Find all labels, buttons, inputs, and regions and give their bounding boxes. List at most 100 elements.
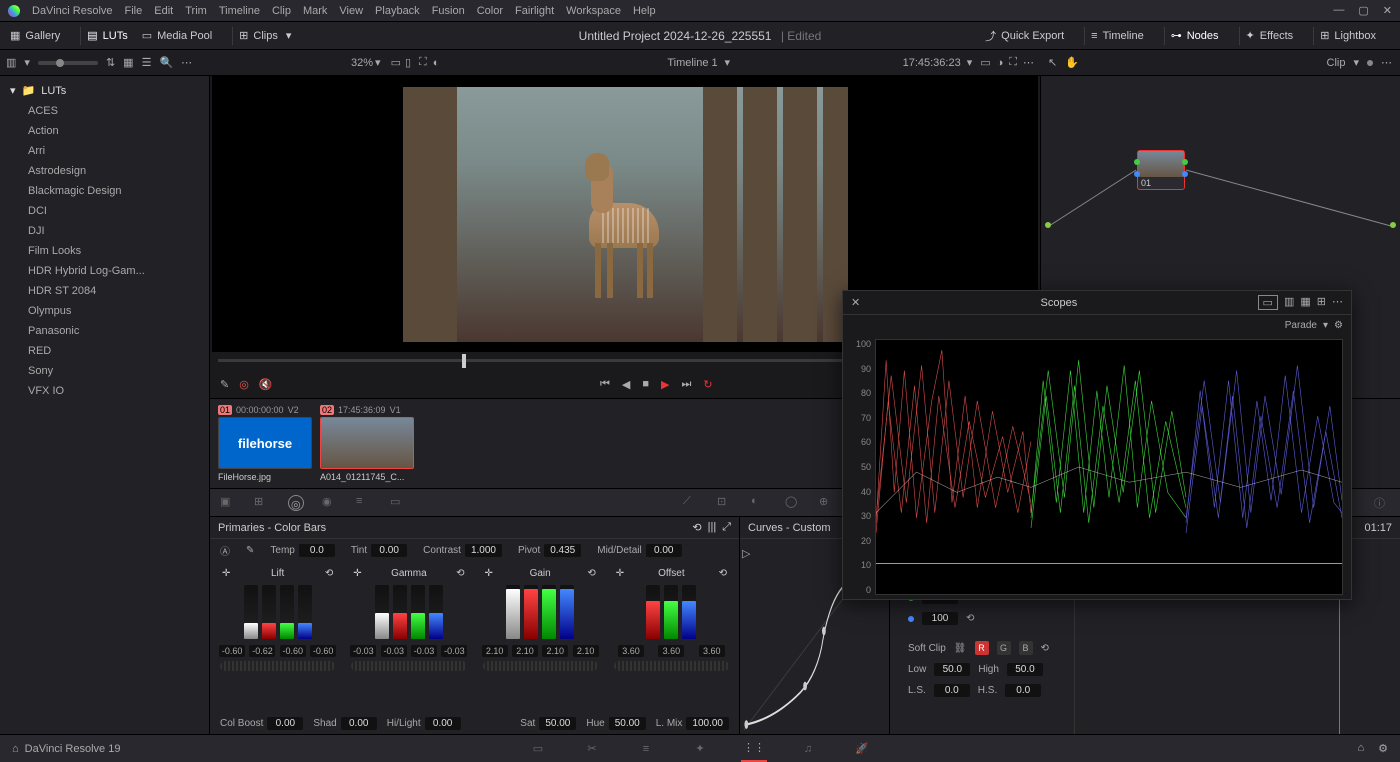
contrast-value[interactable]: 1.000 — [465, 544, 502, 557]
curves-icon[interactable]: ⟋ — [683, 495, 699, 511]
stop-icon[interactable]: ■ — [642, 378, 649, 390]
chevron-down-icon[interactable]: ▾ — [1353, 56, 1359, 69]
menu-playback[interactable]: Playback — [375, 5, 420, 17]
bar-value[interactable]: -0.62 — [249, 645, 275, 657]
quick-export-button[interactable]: ⤴Quick Export — [985, 28, 1064, 44]
shad-value[interactable]: 0.00 — [341, 717, 377, 730]
bar-value[interactable]: -0.60 — [280, 645, 306, 657]
lightbox-button[interactable]: ⊞Lightbox — [1320, 29, 1376, 42]
color-node[interactable]: 01 — [1137, 150, 1185, 190]
media-pool-button[interactable]: ▭Media Pool — [142, 29, 212, 42]
jog-wheel[interactable] — [483, 661, 598, 671]
menu-clip[interactable]: Clip — [272, 5, 291, 17]
menu-timeline[interactable]: Timeline — [219, 5, 260, 17]
color-bar[interactable] — [280, 585, 294, 639]
color-bar[interactable] — [393, 585, 407, 639]
mute-icon[interactable]: 🔇 — [259, 378, 273, 391]
pointer-icon[interactable]: ↖ — [1048, 56, 1057, 69]
hdr-icon[interactable]: ◉ — [322, 495, 338, 511]
close-icon[interactable]: ✕ — [851, 296, 860, 309]
next-clip-icon[interactable]: ⏭ — [681, 378, 691, 391]
media-page-icon[interactable]: ▭ — [525, 736, 551, 762]
color-bar[interactable] — [524, 585, 538, 639]
tint-value[interactable]: 0.00 — [371, 544, 407, 557]
prev-clip-icon[interactable]: ⏮ — [600, 378, 610, 391]
low-value[interactable]: 50.0 — [934, 663, 970, 676]
list-view-icon[interactable]: ☰ — [142, 56, 152, 69]
thumbnail-size-slider[interactable] — [38, 61, 98, 65]
bypass-icon[interactable]: ▭ — [980, 56, 990, 69]
qualifier-icon[interactable]: ◎ — [239, 378, 249, 391]
timecode[interactable]: 17:45:36:23 — [903, 57, 961, 69]
options-icon[interactable]: ⋯ — [1332, 295, 1343, 310]
luts-item[interactable]: Sony — [0, 361, 209, 381]
options-icon[interactable]: ⋯ — [1381, 56, 1392, 69]
menu-edit[interactable]: Edit — [154, 5, 173, 17]
color-bar[interactable] — [429, 585, 443, 639]
luts-item[interactable]: Arri — [0, 141, 209, 161]
fullscreen-icon[interactable]: ⛶ — [1009, 56, 1017, 69]
jog-wheel[interactable] — [614, 661, 729, 671]
fairlight-page-icon[interactable]: ♫ — [795, 736, 821, 762]
luts-button[interactable]: ▤LUTs — [87, 29, 127, 42]
jog-wheel[interactable] — [220, 661, 335, 671]
picker-icon[interactable]: ✛ — [222, 568, 230, 579]
bar-value[interactable]: -0.60 — [310, 645, 336, 657]
bar-value[interactable]: 3.60 — [699, 645, 725, 657]
luts-item[interactable]: Film Looks — [0, 241, 209, 261]
menu-fusion[interactable]: Fusion — [432, 5, 465, 17]
info-icon[interactable]: ⓘ — [1374, 495, 1390, 511]
picker-icon[interactable]: ✎ — [246, 545, 254, 556]
luts-item[interactable]: ACES — [0, 101, 209, 121]
chevron-down-icon[interactable]: ▾ — [24, 56, 30, 69]
node-output-icon[interactable] — [1390, 222, 1396, 228]
picker-icon[interactable]: ✛ — [353, 568, 361, 579]
panel-toggle-icon[interactable]: ▥ — [6, 56, 16, 69]
motion-icon[interactable]: ▭ — [390, 495, 406, 511]
scope-mode[interactable]: Parade — [1285, 320, 1317, 331]
luts-item[interactable]: Panasonic — [0, 321, 209, 341]
cut-page-icon[interactable]: ✂ — [579, 736, 605, 762]
chevron-down-icon[interactable]: ▾ — [725, 56, 731, 69]
layout-grid-icon[interactable]: ⊞ — [1317, 295, 1326, 310]
primaries-icon[interactable]: ◎ — [288, 495, 304, 511]
reset-icon[interactable]: ⟲ — [325, 568, 333, 579]
fusion-page-icon[interactable]: ✦ — [687, 736, 713, 762]
color-bar[interactable] — [262, 585, 276, 639]
play-icon[interactable]: ▶ — [661, 378, 669, 391]
luts-item[interactable]: Olympus — [0, 301, 209, 321]
dropdown-icon[interactable]: ▾ — [967, 56, 973, 69]
layout-2-icon[interactable]: ▥ — [1284, 295, 1294, 310]
hs-value[interactable]: 0.0 — [1005, 684, 1041, 697]
menu-help[interactable]: Help — [633, 5, 656, 17]
color-bar[interactable] — [646, 585, 660, 639]
luts-root[interactable]: ▾ 📁 LUTs — [0, 80, 209, 101]
wipe-icon[interactable]: ◑ — [997, 57, 1004, 69]
jog-wheel[interactable] — [351, 661, 466, 671]
expand-icon[interactable]: ⛶ — [419, 56, 427, 69]
settings-icon[interactable]: ⚙ — [1334, 320, 1343, 331]
minimize-icon[interactable]: — — [1333, 4, 1344, 17]
sat-value[interactable]: 50.00 — [539, 717, 576, 730]
luts-item[interactable]: VFX IO — [0, 381, 209, 401]
auto-icon[interactable]: Ⓐ — [220, 543, 230, 558]
close-icon[interactable]: ✕ — [1383, 4, 1392, 17]
nodes-button[interactable]: ⊶Nodes — [1171, 29, 1219, 42]
options-icon[interactable]: ⋯ — [1023, 56, 1034, 69]
luts-item[interactable]: HDR Hybrid Log-Gam... — [0, 261, 209, 281]
node-in-icon[interactable] — [1134, 159, 1140, 165]
qualifier-icon[interactable]: ◐ — [751, 495, 767, 511]
clip-label[interactable]: Clip — [1327, 57, 1346, 69]
viewer-mode-icon[interactable]: ▭ — [391, 56, 401, 69]
ls-value[interactable]: 0.0 — [934, 684, 970, 697]
bar-value[interactable]: 3.60 — [658, 645, 684, 657]
maximize-icon[interactable]: ▢ — [1358, 4, 1368, 17]
curve-handle-icon[interactable]: ▷ — [742, 547, 750, 560]
bar-value[interactable]: 2.10 — [573, 645, 599, 657]
highlight-icon[interactable]: ◐ — [433, 57, 440, 69]
node-out-icon[interactable] — [1182, 159, 1188, 165]
loop-icon[interactable]: ↻ — [703, 378, 712, 391]
bar-value[interactable]: 2.10 — [512, 645, 538, 657]
color-bar[interactable] — [244, 585, 258, 639]
color-bar[interactable] — [682, 585, 696, 639]
